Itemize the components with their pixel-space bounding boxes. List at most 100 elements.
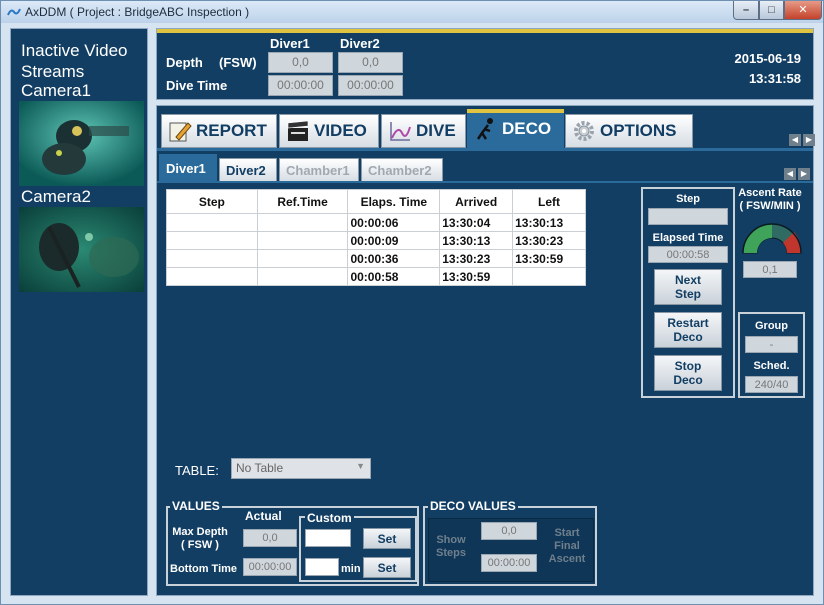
max-depth-custom-input[interactable] [305, 529, 351, 547]
step-label: Step [676, 193, 700, 205]
header-accent-bar [157, 29, 813, 33]
subtabs-underline [157, 181, 813, 183]
column-header-ref-time[interactable]: Ref.Time [256, 189, 349, 214]
depth-unit-label: (FSW) [219, 55, 257, 70]
table-cell: 13:30:13 [512, 213, 586, 232]
show-steps-button: Show Steps [430, 534, 472, 560]
bottom-time-custom-input[interactable] [305, 558, 339, 576]
chevron-down-icon: ▼ [356, 461, 365, 471]
tab-scroll-arrows: ◀ ▶ [789, 134, 815, 146]
camera2-image [19, 207, 144, 292]
minimize-button[interactable]: – [733, 1, 759, 20]
subtab-diver2[interactable]: Diver2 [219, 158, 277, 182]
table-cell [512, 267, 586, 286]
tab-video[interactable]: VIDEO [279, 114, 379, 148]
table-select-dropdown[interactable]: No Table ▼ [231, 458, 371, 479]
camera2-thumbnail[interactable] [19, 207, 144, 292]
dive-time-label: Dive Time [166, 78, 228, 93]
set-bottom-time-button[interactable]: Set [363, 557, 411, 578]
subtab-chamber2: Chamber2 [361, 158, 443, 182]
subtab-scroll-left-button[interactable]: ◀ [784, 168, 796, 180]
tab-dive[interactable]: DIVE [381, 114, 466, 148]
max-depth-label-line1: Max Depth [172, 526, 228, 538]
table-cell [256, 231, 349, 250]
max-depth-actual-field: 0,0 [243, 529, 297, 547]
deco-values-group-title: DECO VALUES [428, 499, 518, 513]
subtab-scroll-right-button[interactable]: ▶ [798, 168, 810, 180]
table-cell [256, 267, 349, 286]
pencil-icon [169, 122, 192, 142]
camera1-image [19, 101, 144, 186]
title-bar[interactable]: AxDDM ( Project : BridgeABC Inspection )… [1, 1, 823, 23]
table-row[interactable]: 00:00:06 13:30:04 13:30:13 [166, 213, 586, 232]
set-max-depth-button[interactable]: Set [363, 528, 411, 549]
step-control-box: Step Elapsed Time 00:00:58 Next Step Res… [641, 187, 735, 398]
actual-column-label: Actual [245, 509, 282, 523]
tab-report-label: REPORT [196, 121, 267, 140]
subtab-diver1[interactable]: Diver1 [159, 154, 217, 182]
column-header-step[interactable]: Step [166, 189, 258, 214]
table-row[interactable]: 00:00:36 13:30:23 13:30:59 [166, 249, 586, 268]
tab-report[interactable]: REPORT [161, 114, 277, 148]
step-field [648, 208, 728, 225]
diver1-depth-field: 0,0 [268, 52, 333, 73]
diver2-column-label: Diver2 [340, 36, 380, 51]
app-window: AxDDM ( Project : BridgeABC Inspection )… [0, 0, 824, 605]
next-step-button[interactable]: Next Step [654, 269, 722, 305]
ascent-rate-label-line1: Ascent Rate [738, 187, 802, 199]
table-cell [256, 213, 349, 232]
group-box: Group - Sched. 240/40 [738, 312, 805, 398]
diver2-depth-field: 0,0 [338, 52, 403, 73]
next-step-label-line1: Next [674, 273, 701, 287]
diver2-dive-time-field: 00:00:00 [338, 75, 403, 96]
min-unit-label: min [341, 563, 361, 575]
main-panel: REPORT VIDEO DIVE DECO OPTIONS ◀ ▶ Diver… [156, 105, 815, 596]
column-header-left[interactable]: Left [512, 189, 586, 214]
bottom-time-actual-field: 00:00:00 [243, 558, 297, 576]
ascent-rate-label-line2: ( FSW/MIN ) [739, 200, 801, 212]
restart-deco-label-line1: Restart [667, 316, 709, 330]
table-cell [256, 249, 349, 268]
video-streams-heading-line1: Inactive Video [21, 41, 128, 60]
inactive-video-panel: Inactive Video Streams Camera1 Camera2 [10, 28, 148, 596]
tab-deco-label: DECO [502, 119, 552, 138]
tabs-underline [157, 148, 813, 151]
diver1-dive-time-field: 00:00:00 [268, 75, 333, 96]
table-cell: 13:30:59 [512, 249, 586, 268]
camera1-thumbnail[interactable] [19, 101, 144, 186]
elapsed-time-field: 00:00:58 [648, 246, 728, 263]
video-streams-heading-line2: Streams [21, 62, 85, 81]
subtab-scroll-arrows: ◀ ▶ [784, 168, 810, 180]
table-cell: 13:30:59 [439, 267, 514, 286]
table-cell: 13:30:23 [439, 249, 514, 268]
column-header-elapsed-time[interactable]: Elaps. Time [347, 189, 441, 214]
depth-label: Depth [166, 55, 203, 70]
subtab-chamber1: Chamber1 [279, 158, 359, 182]
restart-deco-button[interactable]: Restart Deco [654, 312, 722, 348]
active-tab-accent [467, 109, 564, 113]
close-button[interactable]: ✕ [784, 1, 822, 20]
tab-scroll-left-button[interactable]: ◀ [789, 134, 801, 146]
table-row[interactable]: 00:00:58 13:30:59 [166, 267, 586, 286]
diver1-column-label: Diver1 [270, 36, 310, 51]
maximize-button[interactable]: □ [759, 1, 784, 20]
table-cell: 13:30:13 [439, 231, 514, 250]
table-cell [166, 267, 258, 286]
gear-icon [574, 121, 594, 141]
start-final-ascent-label-line1: Start [554, 527, 580, 539]
camera2-label: Camera2 [21, 187, 91, 206]
table-row[interactable]: 00:00:09 13:30:13 13:30:23 [166, 231, 586, 250]
show-steps-label-line2: Steps [436, 547, 466, 559]
graph-icon [390, 122, 411, 141]
tab-options[interactable]: OPTIONS [565, 114, 693, 148]
tab-scroll-right-button[interactable]: ▶ [803, 134, 815, 146]
tab-options-label: OPTIONS [600, 121, 677, 140]
dive-header-panel: Diver1 Diver2 Depth (FSW) Dive Time 0,0 … [156, 28, 814, 100]
current-date: 2015-06-19 [734, 51, 802, 66]
column-header-arrived[interactable]: Arrived [439, 189, 514, 214]
stop-deco-button[interactable]: Stop Deco [654, 355, 722, 391]
group-label: Group [755, 320, 788, 332]
tab-deco[interactable]: DECO [467, 109, 564, 149]
sched-label: Sched. [753, 360, 790, 372]
next-step-label-line2: Step [674, 287, 701, 301]
